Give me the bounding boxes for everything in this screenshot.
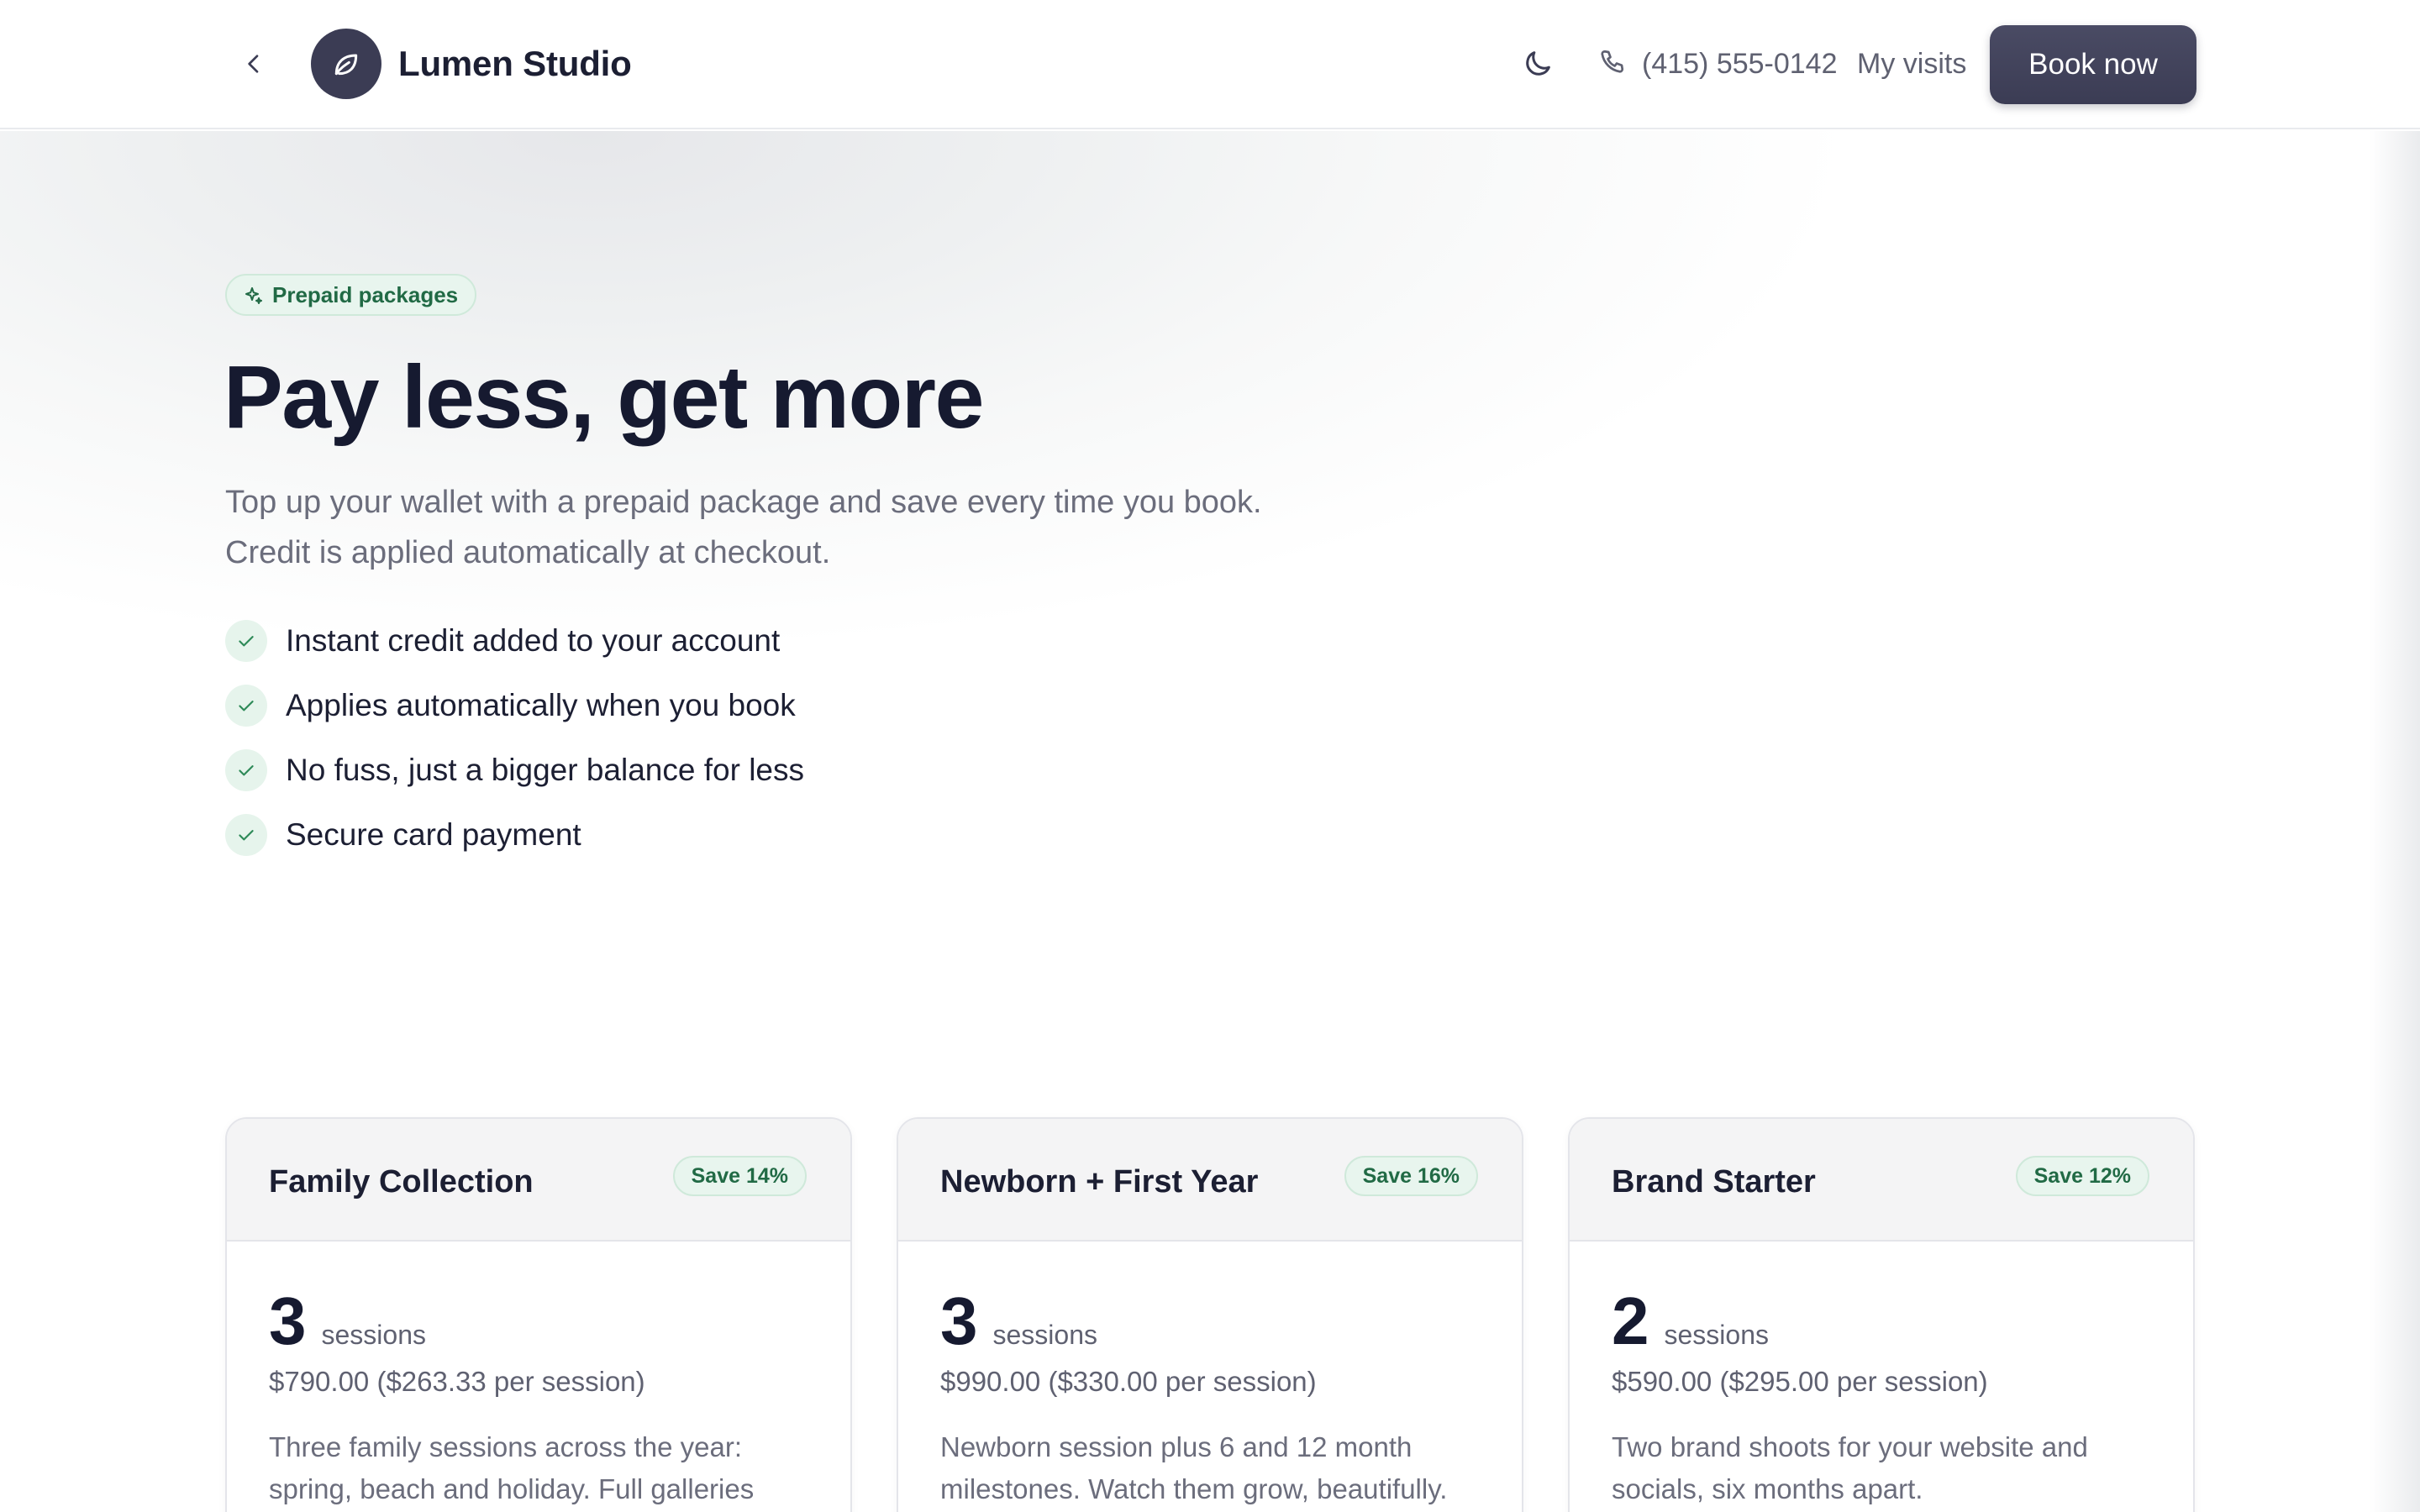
check-icon — [225, 749, 267, 791]
prepaid-badge: Prepaid packages — [225, 274, 477, 316]
my-visits-link[interactable]: My visits — [1857, 44, 1966, 84]
feature-text: Secure card payment — [286, 817, 581, 852]
card-header: Family Collection Save 14% — [227, 1119, 850, 1242]
package-title: Family Collection — [269, 1164, 534, 1200]
feature-item: Instant credit added to your account — [225, 618, 804, 664]
package-title: Newborn + First Year — [940, 1164, 1259, 1200]
package-card-family[interactable]: Family Collection Save 14% 3 sessions $7… — [225, 1117, 852, 1512]
sessions-unit: sessions — [321, 1320, 427, 1350]
subtitle-line-1: Top up your wallet with a prepaid packag… — [225, 485, 1262, 520]
save-badge: Save 14% — [672, 1156, 807, 1196]
sessions-unit: sessions — [1664, 1320, 1770, 1350]
scroll-shade — [2370, 131, 2420, 1512]
package-card-newborn[interactable]: Newborn + First Year Save 16% 3 sessions… — [897, 1117, 1523, 1512]
feature-text: Applies automatically when you book — [286, 688, 796, 722]
subtitle-line-2: Credit is applied automatically at check… — [225, 535, 831, 570]
feature-list: Instant credit added to your account App… — [225, 618, 804, 877]
check-icon — [225, 620, 267, 662]
sessions-number: 2 — [1612, 1284, 1649, 1358]
moon-icon[interactable] — [1521, 47, 1555, 81]
card-header: Brand Starter Save 12% — [1570, 1119, 2193, 1242]
package-price: $590.00 ($295.00 per session) — [1612, 1366, 1988, 1397]
chevron-left-icon — [248, 55, 259, 73]
package-description: Two brand shoots for your website and so… — [1612, 1431, 2088, 1504]
page-title: Pay less, get more — [224, 348, 984, 447]
save-badge: Save 16% — [1344, 1156, 1478, 1196]
feature-item: Secure card payment — [225, 812, 804, 858]
sessions-number: 3 — [269, 1284, 307, 1358]
back-button[interactable] — [232, 42, 276, 86]
card-header: Newborn + First Year Save 16% — [898, 1119, 1522, 1242]
package-price: $990.00 ($330.00 per session) — [940, 1366, 1317, 1397]
badge-label: Prepaid packages — [272, 281, 459, 307]
top-nav: Lumen Studio (415) 555-0142 My visits Bo… — [0, 0, 2420, 129]
sparkle-icon — [245, 287, 262, 304]
brand-logo[interactable] — [311, 29, 381, 99]
brand-name[interactable]: Lumen Studio — [398, 39, 632, 89]
book-now-button[interactable]: Book now — [1990, 25, 2196, 104]
sessions-unit: sessions — [992, 1320, 1098, 1350]
feature-text: No fuss, just a bigger balance for less — [286, 753, 804, 787]
sessions-count: 3 sessions — [269, 1284, 426, 1359]
package-description: Newborn session plus 6 and 12 month mile… — [940, 1431, 1448, 1504]
hero-subtitle: Top up your wallet with a prepaid packag… — [225, 477, 1486, 578]
package-description: Three family sessions across the year: s… — [269, 1431, 755, 1504]
phone-icon — [1601, 50, 1624, 73]
sessions-count: 2 sessions — [1612, 1284, 1769, 1359]
feature-text: Instant credit added to your account — [286, 623, 781, 658]
feature-item: Applies automatically when you book — [225, 683, 804, 728]
sessions-count: 3 sessions — [940, 1284, 1097, 1359]
phone-link[interactable]: (415) 555-0142 — [1642, 44, 1838, 84]
package-card-brand[interactable]: Brand Starter Save 12% 2 sessions $590.0… — [1568, 1117, 2195, 1512]
save-badge: Save 12% — [2015, 1156, 2149, 1196]
leaf-icon — [334, 54, 358, 76]
feature-item: No fuss, just a bigger balance for less — [225, 748, 804, 793]
package-title: Brand Starter — [1612, 1164, 1816, 1200]
check-icon — [225, 814, 267, 856]
package-price: $790.00 ($263.33 per session) — [269, 1366, 645, 1397]
sessions-number: 3 — [940, 1284, 978, 1358]
check-icon — [225, 685, 267, 727]
